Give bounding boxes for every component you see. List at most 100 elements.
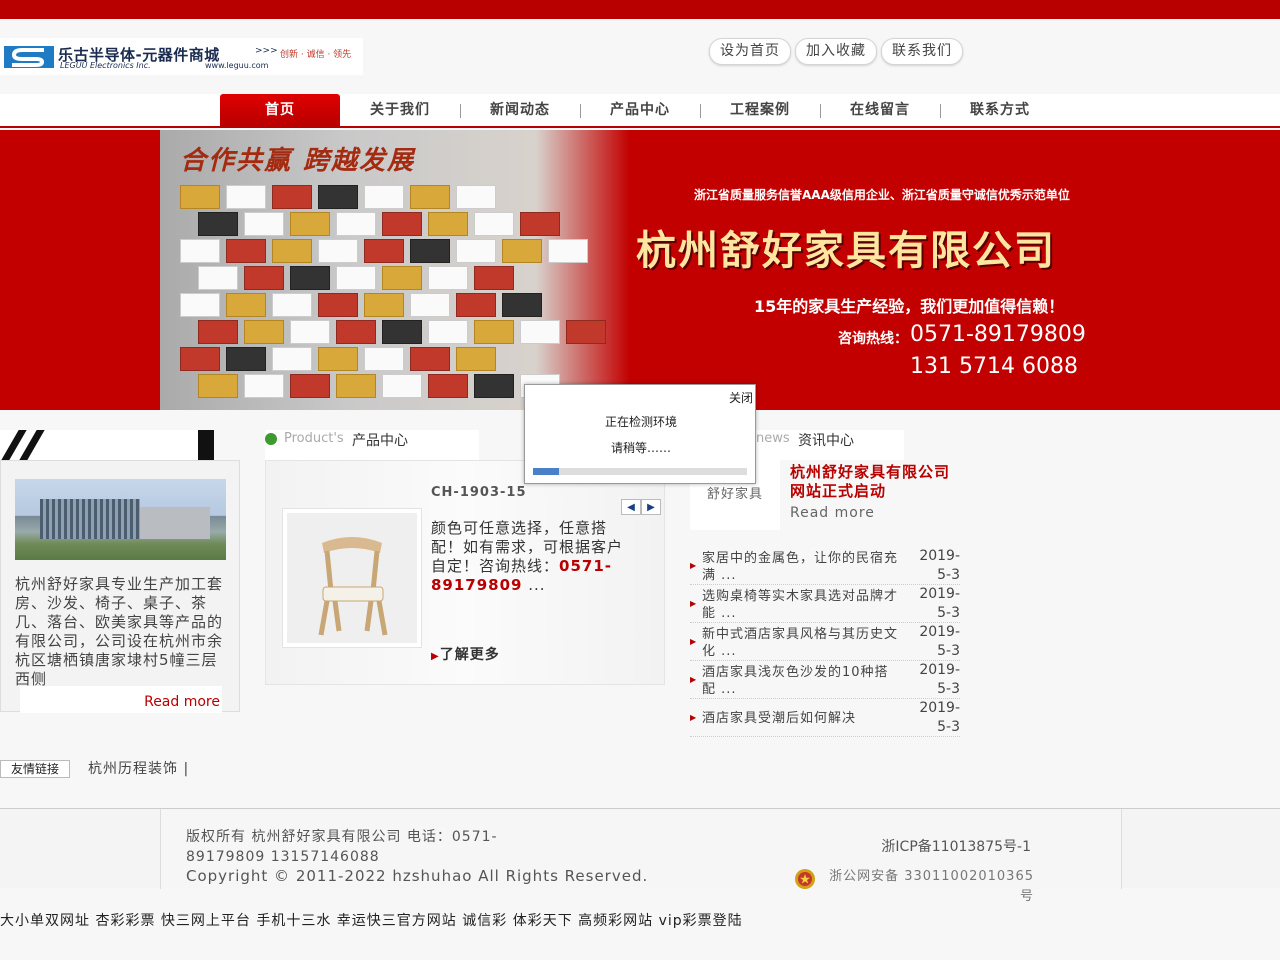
brand-logo-tile [272,293,312,317]
brand-logo-tile [456,239,496,263]
brand-logo-tile [382,320,422,344]
list-item[interactable]: ▶ 酒店家具受潮后如何解决 2019-5-3 [690,699,960,737]
banner-experience: 15年的家具生产经验，我们更加值得信赖！ [754,297,1065,316]
next-arrow-icon[interactable]: ▶ [641,499,661,515]
bullet-arrow-icon: ▶ [690,561,697,570]
brand-logo-tile [336,374,376,398]
footer-extra-links[interactable]: 大小单双网址 杏彩彩票 快三网上平台 手机十三水 幸运快三官方网站 诚信彩 体彩… [0,910,743,930]
brand-logo-tile [180,347,220,371]
about-read-more-link[interactable]: Read more [20,686,222,713]
brand-logo-tile [502,293,542,317]
dialog-close-button[interactable]: 关闭 [729,389,753,406]
banner-company-name: 杭州舒好家具有限公司 [636,227,1056,274]
brand-logo-tile [318,185,358,209]
news-read-more-link[interactable]: Read more [790,505,875,521]
building-side-block [140,507,210,539]
brand-logo-tile [410,239,450,263]
brand-logo-tile [382,266,422,290]
brand-logo-tile [382,212,422,236]
brand-logo-tile [318,239,358,263]
brand-logo-tile [502,239,542,263]
brand-logo-tile [474,212,514,236]
products-title-en: Product's [284,431,344,446]
logo-arrows: >>> [255,46,278,56]
news-item-title[interactable]: 家居中的金属色，让你的民宿充满 ... [702,550,902,584]
contact-us-link[interactable]: 联系我们 [881,38,963,65]
footer: 版权所有 杭州舒好家具有限公司 电话：0571-89179809 1315714… [0,808,1280,904]
nav-item-cases[interactable]: 工程案例 [700,94,820,126]
main-nav: 首页 关于我们 新闻动态 产品中心 工程案例 在线留言 联系方式 [0,94,1280,128]
list-item[interactable]: ▶ 新中式酒店家具风格与其历史文化 ... 2019-5-3 [690,623,960,661]
news-title-en: news [756,431,790,446]
products-title-cn[interactable]: 产品中心 [352,430,408,450]
product-description-ellipsis: ... [522,576,546,594]
brand-logo-tile [520,320,560,344]
news-item-title[interactable]: 新中式酒店家具风格与其历史文化 ... [702,626,902,660]
brand-logo-tile [336,266,376,290]
nav-item-products[interactable]: 产品中心 [580,94,700,126]
news-list: ▶ 家居中的金属色，让你的民宿充满 ... 2019-5-3 ▶ 选购桌椅等实木… [690,547,960,737]
logo-mark-icon [4,46,54,68]
brand-logo-tile [428,266,468,290]
brand-logo-tile [272,185,312,209]
brand-logo-tile [428,320,468,344]
news-item-title[interactable]: 选购桌椅等实木家具选对品牌才能 ... [702,588,902,622]
brand-logo-tile [244,374,284,398]
bullet-arrow-icon: ▶ [690,675,697,684]
brand-logo-tile [226,185,266,209]
brand-logo-tile [364,239,404,263]
nav-item-about[interactable]: 关于我们 [340,94,460,126]
list-item[interactable]: ▶ 家居中的金属色，让你的民宿充满 ... 2019-5-3 [690,547,960,585]
learn-more-link[interactable]: ▶了解更多 [431,644,500,664]
banner-phone-2: 131 5714 6088 [910,354,1078,379]
news-item-title[interactable]: 酒店家具受潮后如何解决 [702,710,902,727]
prev-arrow-icon[interactable]: ◀ [621,499,641,515]
friend-links-label: 友情链接 [0,760,70,778]
footer-icp-link[interactable]: 浙ICP备11013875号-1 [881,836,1031,856]
bullet-arrow-icon: ▶ [690,637,697,646]
progress-bar [533,468,747,475]
footer-copyright-en: Copyright © 2011-2022 hzshuhao All Right… [186,867,649,885]
footer-inner: 版权所有 杭州舒好家具有限公司 电话：0571-89179809 1315714… [160,809,1122,904]
nav-item-contact[interactable]: 联系方式 [940,94,1060,126]
friend-link[interactable]: 杭州历程装饰 | [88,758,189,778]
brand-logo-tile [364,347,404,371]
building-main-block [40,499,140,539]
green-dot-icon [265,433,277,445]
nav-item-home[interactable]: 首页 [220,94,340,126]
brand-logo-tile [520,212,560,236]
add-favorite-link[interactable]: 加入收藏 [795,38,877,65]
site-logo[interactable]: 乐古半导体-元器件商城 >>> 创新 · 诚信 · 领先 LEGUU Elect… [0,38,363,75]
brand-logo-tile [244,320,284,344]
product-image-frame[interactable] [282,508,422,648]
news-headline-link[interactable]: 杭州舒好家具有限公司网站正式启动 [790,463,965,501]
brand-logo-tile [456,293,496,317]
list-item[interactable]: ▶ 酒店家具浅灰色沙发的10种搭配 ... 2019-5-3 [690,661,960,699]
banner-hotline-label: 咨询热线： [838,331,908,347]
brand-logo-tile [566,320,606,344]
brand-logo-tile [226,293,266,317]
brand-logo-tile [474,266,514,290]
set-homepage-link[interactable]: 设为首页 [709,38,791,65]
chair-product-image [287,513,417,643]
products-title-bar: Product's 产品中心 [265,430,479,460]
banner-motto: 合作共赢 跨越发展 [180,146,416,176]
nav-item-news[interactable]: 新闻动态 [460,94,580,126]
top-red-bar [0,0,1280,19]
brand-logo-tile [364,293,404,317]
logo-slogan: 创新 · 诚信 · 领先 [280,50,352,60]
brand-logo-tile [428,374,468,398]
banner-brand-wall-image: 合作共赢 跨越发展 [160,130,630,410]
brand-logo-tile [180,185,220,209]
footer-gongan-link[interactable]: 浙公网安备 33011002010365号 [829,867,1034,907]
list-item[interactable]: ▶ 选购桌椅等实木家具选对品牌才能 ... 2019-5-3 [690,585,960,623]
brand-logo-tile [474,320,514,344]
product-pager: ◀ ▶ [621,499,661,515]
news-title-cn[interactable]: 资讯中心 [798,430,854,450]
nav-item-message[interactable]: 在线留言 [820,94,940,126]
brand-logo-tile [290,320,330,344]
brand-logo-tile [272,239,312,263]
about-title-bar [0,430,214,460]
news-item-title[interactable]: 酒店家具浅灰色沙发的10种搭配 ... [702,664,902,698]
brand-logo-tile [318,347,358,371]
